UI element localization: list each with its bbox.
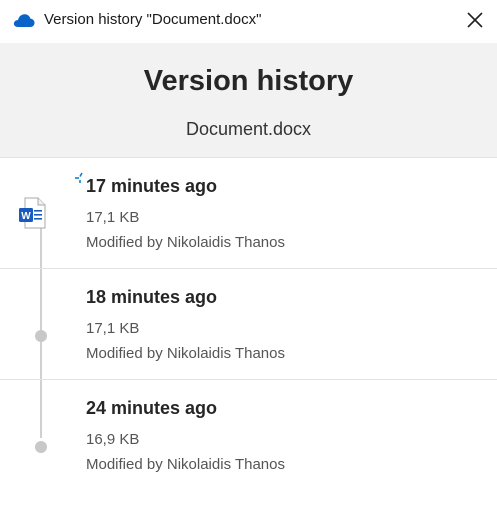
version-item[interactable]: W 17 minutes ago 17,1 KB Modified by Nik… bbox=[0, 158, 497, 268]
version-modified-by: Modified by Nikolaidis Thanos bbox=[86, 456, 285, 473]
version-modified-by: Modified by Nikolaidis Thanos bbox=[86, 345, 285, 362]
close-button[interactable] bbox=[462, 7, 488, 33]
version-modified-by: Modified by Nikolaidis Thanos bbox=[86, 234, 285, 251]
title-bar: Version history "Document.docx" bbox=[0, 0, 497, 43]
close-icon bbox=[467, 12, 483, 28]
page-title: Version history bbox=[143, 65, 354, 97]
word-document-icon: W bbox=[19, 197, 46, 229]
current-version-sparkle-icon bbox=[75, 172, 83, 183]
version-size: 16,9 KB bbox=[86, 431, 140, 448]
version-history-header: Version history Document.docx bbox=[0, 43, 497, 158]
window-title: Version history "Document.docx" bbox=[44, 11, 262, 28]
version-size: 17,1 KB bbox=[86, 320, 140, 337]
file-name: Document.docx bbox=[185, 119, 312, 139]
version-time: 18 minutes ago bbox=[86, 287, 218, 307]
version-time: 24 minutes ago bbox=[86, 398, 218, 418]
version-time: 17 minutes ago bbox=[86, 176, 218, 196]
timeline-dot bbox=[35, 330, 47, 342]
svg-text:W: W bbox=[21, 211, 31, 222]
version-item[interactable]: 18 minutes ago 17,1 KB Modified by Nikol… bbox=[0, 268, 497, 379]
version-size: 17,1 KB bbox=[86, 209, 140, 226]
onedrive-cloud-icon bbox=[13, 14, 35, 27]
version-item[interactable]: 24 minutes ago 16,9 KB Modified by Nikol… bbox=[0, 379, 497, 490]
timeline-dot bbox=[35, 441, 47, 453]
